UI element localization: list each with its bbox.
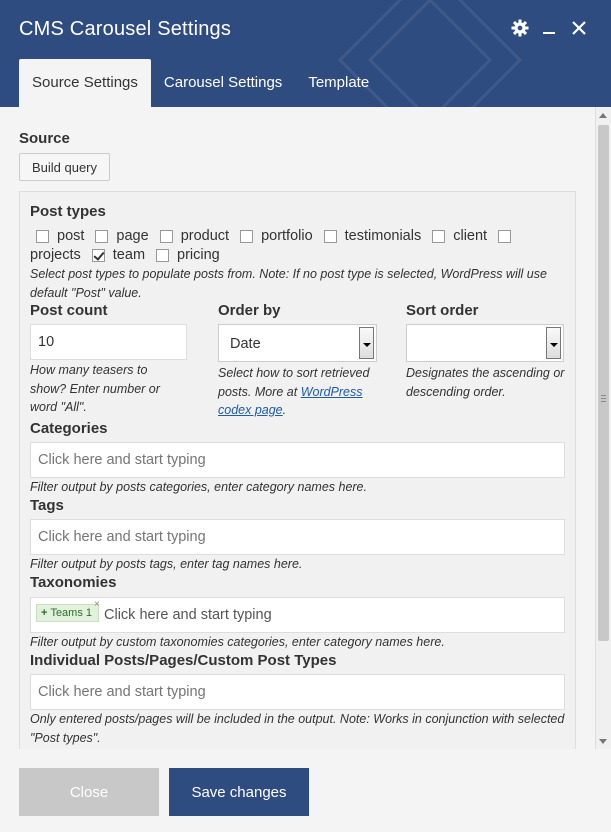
- grip-icon: [601, 395, 606, 402]
- post-type-product[interactable]: product: [159, 228, 229, 244]
- post-type-page[interactable]: page: [95, 228, 149, 244]
- build-query-button[interactable]: Build query: [19, 153, 110, 181]
- tab-source-settings[interactable]: Source Settings: [19, 59, 151, 107]
- individual-posts-input[interactable]: [30, 674, 565, 710]
- modal-footer: Close Save changes: [0, 749, 611, 832]
- order-by-help: Select how to sort retrieved posts. More…: [218, 366, 370, 417]
- individual-posts-label: Individual Posts/Pages/Custom Post Types: [30, 652, 337, 669]
- post-type-testimonials[interactable]: testimonials: [323, 228, 421, 244]
- post-type-post[interactable]: post: [36, 228, 84, 244]
- post-count-label: Post count: [30, 302, 108, 319]
- categories-help: Filter output by posts categories, enter…: [30, 480, 367, 494]
- taxonomies-input[interactable]: + Teams 1 × Click here and start typing: [30, 597, 565, 633]
- modal-title: CMS Carousel Settings: [19, 18, 232, 40]
- post-type-portfolio[interactable]: portfolio: [240, 228, 313, 244]
- post-type-post-checkbox[interactable]: [36, 229, 49, 243]
- post-type-client[interactable]: client: [432, 228, 487, 244]
- tags-label: Tags: [30, 497, 64, 514]
- post-count-input[interactable]: [30, 324, 187, 360]
- sort-order-select[interactable]: [406, 324, 564, 362]
- minimize-icon[interactable]: [538, 17, 560, 39]
- order-by-select[interactable]: Date: [218, 324, 377, 362]
- modal-header: CMS Carousel Settings Source Settings Ca…: [0, 0, 611, 107]
- post-type-pricing[interactable]: pricing: [156, 247, 220, 263]
- scrollbar-thumb[interactable]: [598, 125, 609, 641]
- chevron-down-icon[interactable]: [546, 327, 561, 359]
- taxonomies-placeholder: Click here and start typing: [104, 607, 272, 623]
- categories-label: Categories: [30, 420, 108, 437]
- individual-posts-help: Only entered posts/pages will be include…: [30, 712, 565, 745]
- post-type-projects-checkbox[interactable]: [498, 229, 512, 243]
- post-types-row-1: post page product portfolio testimonials…: [36, 228, 512, 244]
- taxonomies-label: Taxonomies: [30, 574, 117, 591]
- order-by-label: Order by: [218, 302, 281, 319]
- categories-input[interactable]: [30, 442, 565, 478]
- sort-order-help: Designates the ascending or descending o…: [406, 366, 565, 399]
- sort-order-label: Sort order: [406, 302, 479, 319]
- post-types-label: Post types: [30, 203, 106, 220]
- scroll-up-icon[interactable]: [599, 113, 607, 118]
- order-by-value: Date: [230, 336, 261, 352]
- gear-icon[interactable]: [509, 17, 531, 39]
- post-type-pricing-checkbox[interactable]: [156, 248, 170, 262]
- taxonomies-help: Filter output by custom taxonomies categ…: [30, 635, 445, 649]
- post-type-portfolio-checkbox[interactable]: [240, 229, 254, 243]
- post-types-help: Select post types to populate posts from…: [30, 267, 547, 300]
- post-types-row-2: projects team pricing: [30, 247, 231, 263]
- tab-template[interactable]: Template: [295, 59, 382, 107]
- post-type-product-checkbox[interactable]: [159, 229, 173, 243]
- post-count-help: How many teasers to show? Enter number o…: [30, 363, 160, 414]
- plus-icon: +: [41, 607, 48, 619]
- post-type-client-checkbox[interactable]: [432, 229, 446, 243]
- scroll-down-icon[interactable]: [599, 739, 607, 744]
- source-label: Source: [19, 130, 70, 147]
- content-scrollbar[interactable]: [595, 107, 611, 749]
- tags-help: Filter output by posts tags, enter tag n…: [30, 557, 303, 571]
- post-type-projects[interactable]: projects: [30, 247, 81, 263]
- settings-content: Source Build query Post types post page …: [0, 107, 595, 749]
- taxonomy-chip[interactable]: + Teams 1: [36, 604, 100, 622]
- tab-bar: Source Settings Carousel Settings Templa…: [19, 59, 382, 107]
- close-icon[interactable]: [568, 17, 590, 39]
- chevron-down-icon[interactable]: [359, 327, 374, 359]
- post-type-page-checkbox[interactable]: [95, 229, 109, 243]
- close-button[interactable]: Close: [19, 768, 159, 816]
- post-type-team[interactable]: team: [91, 247, 145, 263]
- save-changes-button[interactable]: Save changes: [169, 768, 309, 816]
- post-type-team-checkbox[interactable]: [91, 248, 105, 262]
- tab-carousel-settings[interactable]: Carousel Settings: [151, 59, 295, 107]
- tags-input[interactable]: [30, 519, 565, 555]
- remove-chip-icon[interactable]: ×: [94, 599, 100, 610]
- post-type-testimonials-checkbox[interactable]: [323, 229, 337, 243]
